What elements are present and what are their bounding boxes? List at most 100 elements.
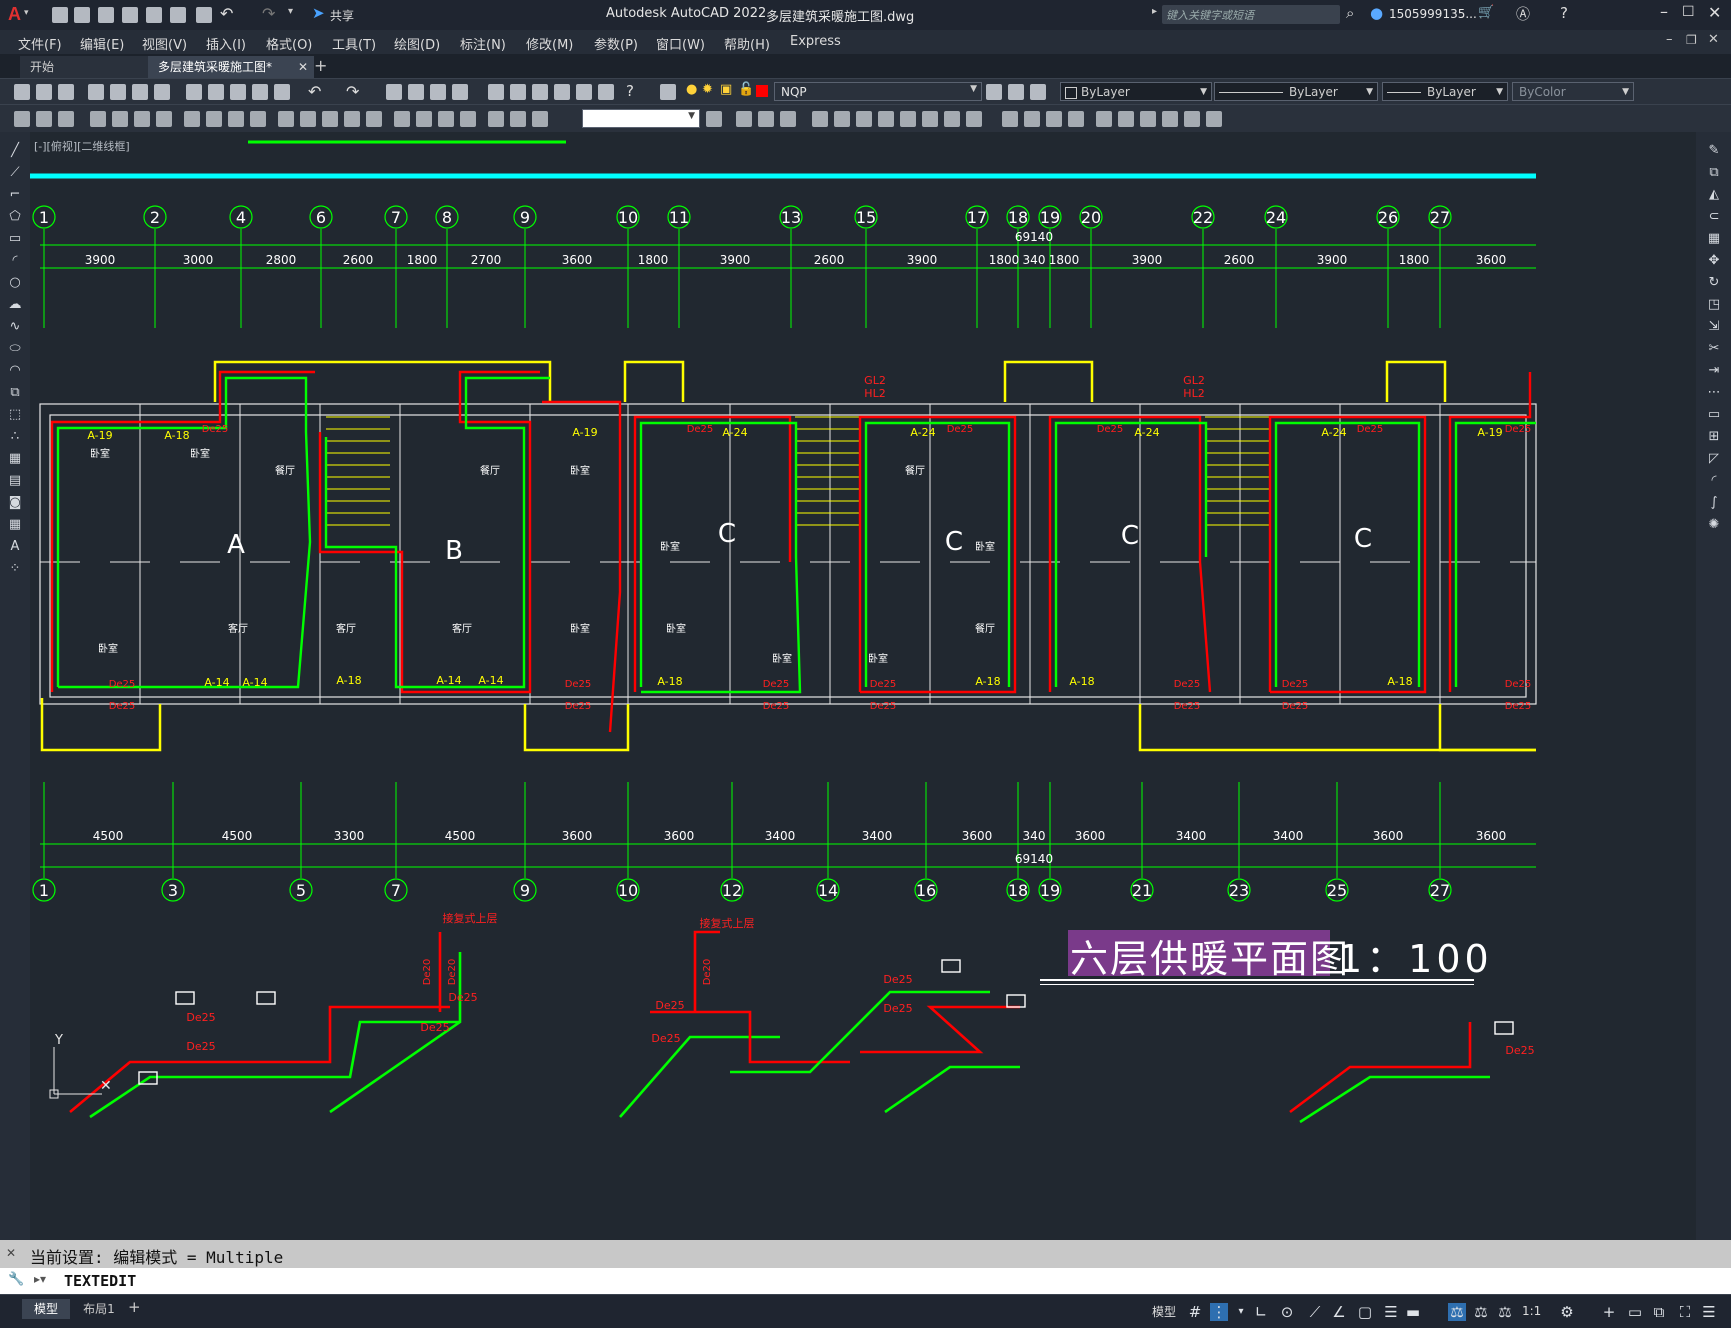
menu-insert[interactable]: 插入(I) <box>206 34 246 53</box>
tolerance-icon[interactable] <box>394 111 410 127</box>
polygon-icon[interactable]: ⬠ <box>7 210 23 224</box>
toolbar-undo-icon[interactable]: ↶ <box>308 82 321 101</box>
tab-drawing[interactable]: 多层建筑采暖施工图* ✕ <box>148 56 314 78</box>
erase-icon[interactable] <box>736 111 752 127</box>
explode-side-icon[interactable]: ✺ <box>1706 518 1722 532</box>
mirror-icon[interactable] <box>780 111 796 127</box>
polar-icon[interactable]: ⊙ <box>1278 1303 1296 1321</box>
menu-modify[interactable]: 修改(M) <box>526 34 573 53</box>
jogged-linear-icon[interactable] <box>460 111 476 127</box>
publish-icon[interactable] <box>132 84 148 100</box>
rotate-side-icon[interactable]: ↻ <box>1706 276 1722 290</box>
dim-linear-icon[interactable] <box>90 111 106 127</box>
dim-angular-icon[interactable] <box>250 111 266 127</box>
region-icon[interactable]: ◙ <box>7 496 23 510</box>
menu-draw[interactable]: 绘图(D) <box>394 34 440 53</box>
dim-edit-icon[interactable] <box>488 111 504 127</box>
layer-vp-icon[interactable]: ▣ <box>720 82 732 97</box>
redo-icon[interactable]: ↷ <box>262 4 275 23</box>
ellipse-icon[interactable]: ⬭ <box>7 342 23 356</box>
offset-icon[interactable] <box>812 111 828 127</box>
sheet-set-icon[interactable] <box>554 84 570 100</box>
inspection-icon[interactable] <box>438 111 454 127</box>
layer-dropdown[interactable]: NQP ▼ <box>774 82 982 101</box>
add-selected-icon[interactable]: ⁘ <box>7 562 23 576</box>
edit-spline-icon[interactable] <box>1162 111 1178 127</box>
extend-icon[interactable] <box>966 111 982 127</box>
annotation-scale-value[interactable]: 1:1 <box>1522 1304 1541 1318</box>
undo-icon[interactable]: ↶ <box>220 4 233 23</box>
mtext-icon[interactable]: A <box>7 540 23 554</box>
3d-dwf-icon[interactable] <box>154 84 170 100</box>
mirror-side-icon[interactable]: ◭ <box>1706 188 1722 202</box>
menu-parametric[interactable]: 参数(P) <box>594 34 638 53</box>
dim-baseline-icon[interactable] <box>300 111 316 127</box>
toolbar-redo-icon[interactable]: ↷ <box>346 82 359 101</box>
dim-override-icon[interactable] <box>706 111 722 127</box>
new-layout-icon[interactable]: + <box>128 1298 141 1316</box>
scale-side-icon[interactable]: ◳ <box>1706 298 1722 312</box>
layer-lock-icon[interactable]: 🔓 <box>738 82 754 97</box>
plot-icon[interactable] <box>196 7 212 23</box>
center-mark-icon[interactable] <box>416 111 432 127</box>
explode-icon[interactable] <box>1096 111 1112 127</box>
dim-diameter-icon[interactable] <box>228 111 244 127</box>
circle-icon[interactable]: ○ <box>7 276 23 290</box>
scale-icon[interactable] <box>900 111 916 127</box>
customize-status-icon[interactable]: ☰ <box>1700 1303 1718 1321</box>
chamfer-side-icon[interactable]: ◸ <box>1706 452 1722 466</box>
erase-side-icon[interactable]: ✎ <box>1706 144 1722 158</box>
move-side-icon[interactable]: ✥ <box>1706 254 1722 268</box>
menu-dimension[interactable]: 标注(N) <box>460 34 506 53</box>
menu-format[interactable]: 格式(O) <box>266 34 312 53</box>
snap-icon[interactable]: ⋮ <box>1210 1303 1228 1321</box>
edit-array-icon[interactable] <box>1206 111 1222 127</box>
arc-icon[interactable]: ◜ <box>7 254 23 268</box>
point-icon[interactable]: ∴ <box>7 430 23 444</box>
osnap-tracking-icon[interactable]: ∠ <box>1330 1303 1348 1321</box>
autocad-logo-icon[interactable]: A <box>8 4 21 25</box>
copy-icon[interactable] <box>208 84 224 100</box>
menu-view[interactable]: 视图(V) <box>142 34 187 53</box>
quick-properties-icon[interactable]: ⧉ <box>1650 1303 1668 1321</box>
snap-menu-chevron-icon[interactable]: ▾ <box>1232 1303 1250 1321</box>
move-icon[interactable] <box>856 111 872 127</box>
annotation-scale-icon[interactable]: ⚖ <box>1496 1303 1514 1321</box>
quick-dim-icon[interactable] <box>278 111 294 127</box>
command-input[interactable]: TEXTEDIT <box>64 1272 136 1290</box>
dim-style-icon[interactable] <box>14 111 30 127</box>
model-tab[interactable]: 模型 <box>22 1299 70 1319</box>
maximize-icon[interactable]: ☐ <box>1682 4 1695 20</box>
match-properties-icon[interactable] <box>252 84 268 100</box>
make-block-icon[interactable]: ⬚ <box>7 408 23 422</box>
cut-icon[interactable] <box>186 84 202 100</box>
blend-side-icon[interactable]: ∫ <box>1706 496 1722 510</box>
offset-side-icon[interactable]: ⊂ <box>1706 210 1722 224</box>
save-web-icon[interactable] <box>170 7 186 23</box>
zoom-window-icon[interactable] <box>430 84 446 100</box>
tool-palettes-icon[interactable] <box>532 84 548 100</box>
annotation-autoscale-icon[interactable]: ⚖ <box>1472 1303 1490 1321</box>
command-line[interactable]: 🔧 ▸▾ TEXTEDIT <box>0 1268 1731 1294</box>
insert-block-icon[interactable]: ⧉ <box>7 386 23 400</box>
linetype-dropdown[interactable]: ByLayer ▼ <box>1214 82 1378 101</box>
polyline-icon[interactable]: ⌐ <box>7 188 23 202</box>
ortho-icon[interactable]: ∟ <box>1252 1303 1270 1321</box>
menu-edit[interactable]: 编辑(E) <box>80 34 124 53</box>
design-center-icon[interactable] <box>510 84 526 100</box>
dim-break-icon[interactable] <box>366 111 382 127</box>
construction-line-icon[interactable]: ⟋ <box>7 166 23 180</box>
menu-file[interactable]: 文件(F) <box>18 34 62 53</box>
dim-aligned-icon[interactable] <box>112 111 128 127</box>
hatch-icon[interactable]: ▦ <box>7 452 23 466</box>
fillet-icon[interactable] <box>1068 111 1084 127</box>
trim-icon[interactable] <box>944 111 960 127</box>
save-as-icon[interactable] <box>122 7 138 23</box>
grid-icon[interactable]: # <box>1186 1303 1204 1321</box>
annotation-visibility-icon[interactable]: ⚖ <box>1448 1303 1466 1321</box>
search-input[interactable]: 键入关键字或短语 <box>1162 5 1340 24</box>
menu-help[interactable]: 帮助(H) <box>724 34 770 53</box>
menu-express[interactable]: Express <box>790 34 841 49</box>
revision-cloud-icon[interactable]: ☁ <box>7 298 23 312</box>
osnap-icon[interactable]: ▢ <box>1356 1303 1374 1321</box>
